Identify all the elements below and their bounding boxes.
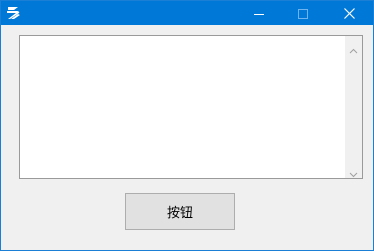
multiline-textbox[interactable]	[19, 35, 363, 179]
close-button[interactable]	[327, 1, 371, 25]
scroll-up-icon[interactable]	[349, 41, 358, 54]
maximize-button[interactable]	[281, 1, 325, 25]
app-logo-icon	[5, 4, 23, 22]
minimize-button[interactable]	[237, 1, 281, 25]
maximize-icon	[298, 4, 308, 23]
scroll-down-icon[interactable]	[349, 164, 358, 178]
action-button[interactable]: 按钮	[125, 193, 235, 230]
title-bar[interactable]	[1, 1, 373, 25]
app-window: 按钮	[0, 0, 374, 251]
close-icon	[343, 4, 355, 23]
minimize-icon	[254, 4, 264, 23]
vertical-scrollbar[interactable]	[345, 36, 362, 178]
